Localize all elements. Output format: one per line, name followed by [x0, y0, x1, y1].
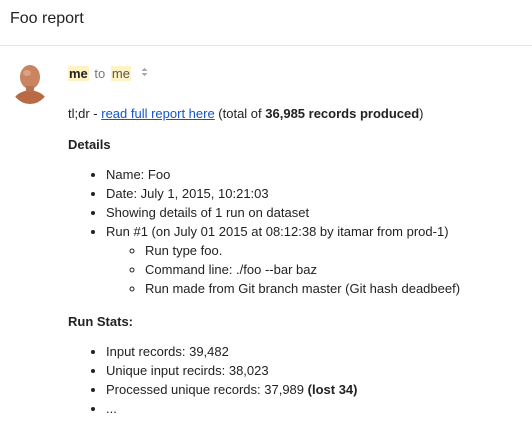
email-body: tl;dr - read full report here (total of …	[68, 104, 523, 418]
tldr-suffix: )	[419, 106, 424, 121]
to-label: to	[94, 66, 106, 81]
run-git-info: Run made from Git branch master (Git has…	[145, 279, 523, 298]
details-heading: Details	[68, 137, 111, 152]
stat-processed-records: Processed unique records: 37,989 (lost 3…	[106, 380, 523, 399]
detail-name: Name: Foo	[106, 165, 523, 184]
run-stats-heading: Run Stats:	[68, 314, 133, 329]
run-stats-list: Input records: 39,482 Unique input recir…	[68, 342, 523, 418]
avatar-person-icon	[10, 60, 50, 104]
stat-unique-records: Unique input recirds: 38,023	[106, 361, 523, 380]
stat-ellipsis: ...	[106, 399, 523, 418]
details-list: Name: Foo Date: July 1, 2015, 10:21:03 S…	[68, 165, 523, 298]
stat-processed-text: Processed unique records: 37,989	[106, 382, 308, 397]
detail-run-text: Run #1 (on July 01 2015 at 08:12:38 by i…	[106, 224, 449, 239]
run-sub-list: Run type foo. Command line: ./foo --bar …	[106, 241, 523, 298]
run-type: Run type foo.	[145, 241, 523, 260]
sender-avatar[interactable]	[10, 60, 50, 104]
tldr-mid: (total of	[214, 106, 266, 121]
detail-showing: Showing details of 1 run on dataset	[106, 203, 523, 222]
stat-lost-count: (lost 34)	[307, 382, 358, 397]
tldr-total: 36,985 records produced	[265, 106, 420, 121]
from-line: me to me	[68, 66, 148, 81]
detail-date: Date: July 1, 2015, 10:21:03	[106, 184, 523, 203]
tldr-line: tl;dr - read full report here (total of …	[68, 104, 523, 123]
sender-name[interactable]: me	[68, 66, 89, 81]
stat-input-records: Input records: 39,482	[106, 342, 523, 361]
caret-updown-icon[interactable]	[141, 67, 148, 79]
run-command-line: Command line: ./foo --bar baz	[145, 260, 523, 279]
tldr-prefix: tl;dr -	[68, 106, 102, 121]
recipient-name[interactable]: me	[110, 66, 131, 81]
detail-run: Run #1 (on July 01 2015 at 08:12:38 by i…	[106, 222, 523, 298]
read-full-report-link[interactable]: read full report here	[101, 106, 214, 121]
email-header: Foo report	[0, 0, 532, 46]
email-subject: Foo report	[10, 10, 84, 27]
